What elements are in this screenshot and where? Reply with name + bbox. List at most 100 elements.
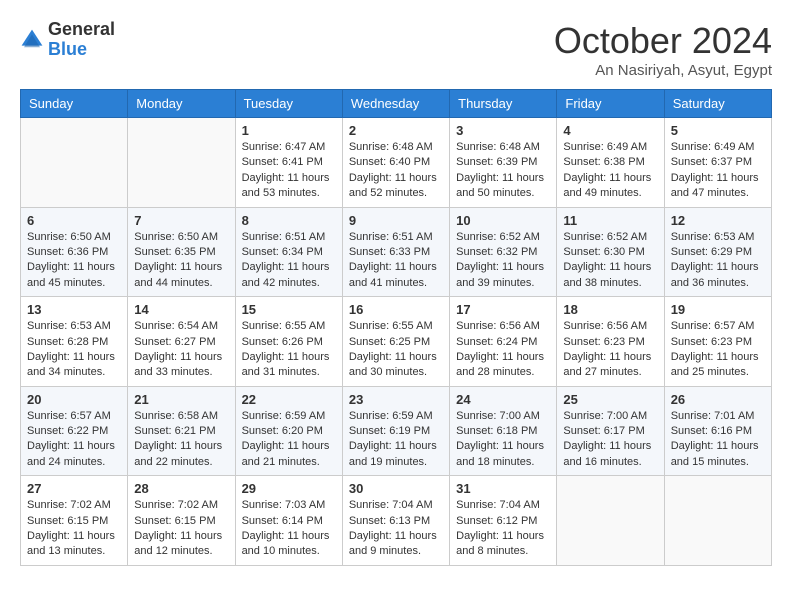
day-info: Sunrise: 6:47 AMSunset: 6:41 PMDaylight:…	[242, 140, 336, 202]
calendar-day-cell: 22 Sunrise: 6:59 AMSunset: 6:20 PMDayligh…	[235, 386, 342, 476]
day-info: Sunrise: 6:53 AMSunset: 6:29 PMDaylight:…	[671, 230, 765, 292]
day-info: Sunrise: 6:53 AMSunset: 6:28 PMDaylight:…	[27, 319, 121, 381]
calendar-week-3: 13 Sunrise: 6:53 AMSunset: 6:28 PMDayligh…	[21, 297, 772, 387]
day-info: Sunrise: 7:02 AMSunset: 6:15 PMDaylight:…	[27, 498, 121, 560]
calendar-day-cell: 28Sunrise: 7:02 AMSunset: 6:15 PMDayligh…	[128, 476, 235, 566]
calendar-day-cell: 23 Sunrise: 6:59 AMSunset: 6:19 PMDayligh…	[342, 386, 449, 476]
calendar-week-2: 6Sunrise: 6:50 AMSunset: 6:36 PMDaylight…	[21, 207, 772, 297]
day-number: 22	[242, 392, 336, 407]
day-info: Sunrise: 6:59 AMSunset: 6:19 PMDaylight:…	[349, 409, 443, 471]
day-info: Sunrise: 6:52 AMSunset: 6:30 PMDaylight:…	[563, 230, 657, 292]
calendar-day-cell: 15Sunrise: 6:55 AMSunset: 6:26 PMDayligh…	[235, 297, 342, 387]
weekday-header-thursday: Thursday	[450, 90, 557, 118]
day-number: 4	[563, 123, 657, 138]
logo-text: General Blue	[48, 20, 115, 60]
day-number: 6	[27, 213, 121, 228]
day-number: 10	[456, 213, 550, 228]
calendar-day-cell: 17 Sunrise: 6:56 AMSunset: 6:24 PMDayligh…	[450, 297, 557, 387]
day-info: Sunrise: 6:52 AMSunset: 6:32 PMDaylight:…	[456, 230, 550, 292]
day-number: 8	[242, 213, 336, 228]
calendar-day-cell: 29 Sunrise: 7:03 AMSunset: 6:14 PMDayligh…	[235, 476, 342, 566]
weekday-header-tuesday: Tuesday	[235, 90, 342, 118]
calendar-day-cell: 8 Sunrise: 6:51 AMSunset: 6:34 PMDaylight…	[235, 207, 342, 297]
weekday-header-saturday: Saturday	[664, 90, 771, 118]
calendar-day-cell: 26 Sunrise: 7:01 AMSunset: 6:16 PMDayligh…	[664, 386, 771, 476]
calendar-day-cell: 31Sunrise: 7:04 AMSunset: 6:12 PMDayligh…	[450, 476, 557, 566]
day-info: Sunrise: 6:54 AMSunset: 6:27 PMDaylight:…	[134, 319, 228, 381]
day-info: Sunrise: 6:56 AMSunset: 6:23 PMDaylight:…	[563, 319, 657, 381]
day-number: 19	[671, 302, 765, 317]
day-info: Sunrise: 6:48 AMSunset: 6:39 PMDaylight:…	[456, 140, 550, 202]
calendar-day-cell	[557, 476, 664, 566]
calendar-day-cell: 21 Sunrise: 6:58 AMSunset: 6:21 PMDayligh…	[128, 386, 235, 476]
calendar-day-cell: 3 Sunrise: 6:48 AMSunset: 6:39 PMDaylight…	[450, 118, 557, 208]
calendar-week-1: 1 Sunrise: 6:47 AMSunset: 6:41 PMDaylight…	[21, 118, 772, 208]
calendar-day-cell: 13 Sunrise: 6:53 AMSunset: 6:28 PMDayligh…	[21, 297, 128, 387]
weekday-header-friday: Friday	[557, 90, 664, 118]
calendar-day-cell	[21, 118, 128, 208]
day-info: Sunrise: 6:51 AMSunset: 6:34 PMDaylight:…	[242, 230, 336, 292]
calendar-day-cell: 24 Sunrise: 7:00 AMSunset: 6:18 PMDayligh…	[450, 386, 557, 476]
calendar-day-cell: 27 Sunrise: 7:02 AMSunset: 6:15 PMDayligh…	[21, 476, 128, 566]
calendar-day-cell	[664, 476, 771, 566]
day-number: 13	[27, 302, 121, 317]
day-number: 17	[456, 302, 550, 317]
day-info: Sunrise: 7:00 AMSunset: 6:17 PMDaylight:…	[563, 409, 657, 471]
location: An Nasiriyah, Asyut, Egypt	[554, 62, 772, 79]
day-info: Sunrise: 7:04 AMSunset: 6:12 PMDaylight:…	[456, 498, 550, 560]
day-number: 3	[456, 123, 550, 138]
calendar-day-cell: 6Sunrise: 6:50 AMSunset: 6:36 PMDaylight…	[21, 207, 128, 297]
day-info: Sunrise: 6:57 AMSunset: 6:23 PMDaylight:…	[671, 319, 765, 381]
day-number: 11	[563, 213, 657, 228]
calendar-day-cell: 9Sunrise: 6:51 AMSunset: 6:33 PMDaylight…	[342, 207, 449, 297]
day-number: 5	[671, 123, 765, 138]
day-info: Sunrise: 7:01 AMSunset: 6:16 PMDaylight:…	[671, 409, 765, 471]
day-number: 18	[563, 302, 657, 317]
weekday-header-row: SundayMondayTuesdayWednesdayThursdayFrid…	[21, 90, 772, 118]
day-info: Sunrise: 6:49 AMSunset: 6:37 PMDaylight:…	[671, 140, 765, 202]
day-number: 23	[349, 392, 443, 407]
day-number: 7	[134, 213, 228, 228]
calendar-day-cell	[128, 118, 235, 208]
day-number: 14	[134, 302, 228, 317]
calendar-table: SundayMondayTuesdayWednesdayThursdayFrid…	[20, 89, 772, 566]
day-info: Sunrise: 6:58 AMSunset: 6:21 PMDaylight:…	[134, 409, 228, 471]
weekday-header-sunday: Sunday	[21, 90, 128, 118]
day-info: Sunrise: 7:03 AMSunset: 6:14 PMDaylight:…	[242, 498, 336, 560]
day-number: 26	[671, 392, 765, 407]
day-info: Sunrise: 6:57 AMSunset: 6:22 PMDaylight:…	[27, 409, 121, 471]
calendar-day-cell: 20 Sunrise: 6:57 AMSunset: 6:22 PMDayligh…	[21, 386, 128, 476]
day-number: 27	[27, 481, 121, 496]
day-number: 16	[349, 302, 443, 317]
day-info: Sunrise: 6:48 AMSunset: 6:40 PMDaylight:…	[349, 140, 443, 202]
day-number: 1	[242, 123, 336, 138]
day-number: 24	[456, 392, 550, 407]
day-number: 12	[671, 213, 765, 228]
day-number: 29	[242, 481, 336, 496]
day-number: 21	[134, 392, 228, 407]
day-info: Sunrise: 6:55 AMSunset: 6:25 PMDaylight:…	[349, 319, 443, 381]
day-info: Sunrise: 7:00 AMSunset: 6:18 PMDaylight:…	[456, 409, 550, 471]
logo-blue: Blue	[48, 40, 115, 60]
page-header: General Blue October 2024 An Nasiriyah, …	[20, 20, 772, 79]
calendar-day-cell: 7Sunrise: 6:50 AMSunset: 6:35 PMDaylight…	[128, 207, 235, 297]
day-info: Sunrise: 6:59 AMSunset: 6:20 PMDaylight:…	[242, 409, 336, 471]
calendar-day-cell: 11 Sunrise: 6:52 AMSunset: 6:30 PMDayligh…	[557, 207, 664, 297]
day-number: 30	[349, 481, 443, 496]
calendar-week-5: 27 Sunrise: 7:02 AMSunset: 6:15 PMDayligh…	[21, 476, 772, 566]
day-info: Sunrise: 7:04 AMSunset: 6:13 PMDaylight:…	[349, 498, 443, 560]
weekday-header-wednesday: Wednesday	[342, 90, 449, 118]
day-number: 28	[134, 481, 228, 496]
calendar-day-cell: 2 Sunrise: 6:48 AMSunset: 6:40 PMDaylight…	[342, 118, 449, 208]
weekday-header-monday: Monday	[128, 90, 235, 118]
calendar-day-cell: 10 Sunrise: 6:52 AMSunset: 6:32 PMDayligh…	[450, 207, 557, 297]
day-number: 25	[563, 392, 657, 407]
calendar-day-cell: 16 Sunrise: 6:55 AMSunset: 6:25 PMDayligh…	[342, 297, 449, 387]
day-info: Sunrise: 6:51 AMSunset: 6:33 PMDaylight:…	[349, 230, 443, 292]
day-number: 20	[27, 392, 121, 407]
day-info: Sunrise: 6:49 AMSunset: 6:38 PMDaylight:…	[563, 140, 657, 202]
calendar-day-cell: 14 Sunrise: 6:54 AMSunset: 6:27 PMDayligh…	[128, 297, 235, 387]
calendar-day-cell: 19 Sunrise: 6:57 AMSunset: 6:23 PMDayligh…	[664, 297, 771, 387]
day-info: Sunrise: 6:56 AMSunset: 6:24 PMDaylight:…	[456, 319, 550, 381]
day-number: 2	[349, 123, 443, 138]
